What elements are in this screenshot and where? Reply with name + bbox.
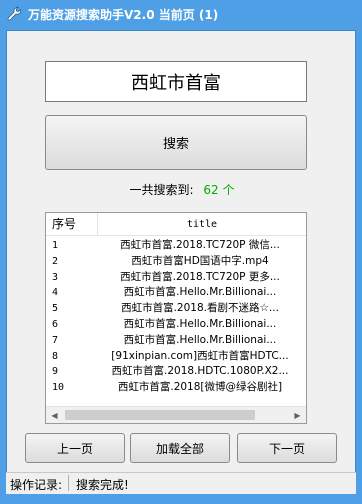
title-bar[interactable]: 万能资源搜索助手V2.0 当前页 (1) (0, 0, 362, 30)
list-rows: 1 西虹市首富.2018.TC720P 微信... 2 西虹市首富HD国语中字.mp… (46, 238, 306, 396)
search-button[interactable]: 搜索 (45, 115, 307, 170)
row-title: 西虹市首富.2018.HDTC.1080P.X2... (111, 365, 289, 378)
list-item[interactable]: 6 西虹市首富.Hello.Mr.Billionai... (46, 317, 306, 333)
list-item[interactable]: 7 西虹市首富.Hello.Mr.Billionai... (46, 333, 306, 349)
row-index: 5 (52, 303, 59, 315)
list-header: 序号 title (46, 213, 306, 236)
list-item[interactable]: 5 西虹市首富.2018.看剧不迷路☆... (46, 301, 306, 317)
row-index: 8 (52, 350, 59, 362)
row-title: 西虹市首富.Hello.Mr.Billionai... (123, 286, 277, 299)
window-title: 万能资源搜索助手V2.0 当前页 (1) (28, 8, 219, 22)
list-item[interactable]: 10 西虹市首富.2018[微博@绿谷剧社] (46, 380, 306, 396)
wrench-icon (7, 6, 21, 21)
column-header-title[interactable]: title (98, 213, 306, 236)
status-divider (68, 475, 69, 491)
status-text: 搜索完成! (76, 478, 129, 492)
row-index: 4 (52, 287, 59, 299)
main-panel: 西虹市首富 搜索 一共搜索到: 62 个 序号 title 1 西虹市首富.201… (6, 30, 356, 474)
row-title: 西虹市首富.2018.看剧不迷路☆... (121, 302, 279, 315)
result-count-label: 一共搜索到: (129, 183, 194, 197)
row-index: 1 (52, 240, 59, 251)
row-title: 西虹市首富.Hello.Mr.Billionai... (123, 317, 277, 330)
scrollbar-thumb[interactable] (65, 410, 255, 420)
column-header-index[interactable]: 序号 (46, 213, 98, 236)
list-item[interactable]: 8 [91xinpian.com]西虹市首富HDTC... (46, 349, 306, 365)
horizontal-scrollbar[interactable]: ◀ ▶ (46, 406, 306, 423)
row-index: 6 (52, 318, 59, 330)
list-item[interactable]: 4 西虹市首富.Hello.Mr.Billionai... (46, 285, 306, 301)
status-bar: 操作记录: 搜索完成! (6, 472, 356, 494)
row-index: 9 (52, 366, 59, 378)
row-index: 2 (52, 255, 59, 267)
load-all-button[interactable]: 加载全部 (130, 433, 230, 463)
row-title: 西虹市首富HD国语中字.mp4 (131, 254, 269, 267)
row-index: 10 (52, 382, 65, 394)
row-index: 7 (52, 334, 59, 346)
list-item[interactable]: 1 西虹市首富.2018.TC720P 微信... (46, 238, 306, 254)
row-title: 西虹市首富.2018.TC720P 更多... (120, 270, 280, 283)
result-count: 一共搜索到: 62 个 (7, 181, 357, 198)
row-title: [91xinpian.com]西虹市首富HDTC... (111, 349, 289, 362)
row-title: 西虹市首富.2018[微博@绿谷剧社] (117, 381, 283, 394)
search-input[interactable]: 西虹市首富 (45, 61, 307, 102)
list-item[interactable]: 2 西虹市首富HD国语中字.mp4 (46, 254, 306, 270)
prev-page-button[interactable]: 上一页 (25, 433, 125, 463)
row-index: 3 (52, 271, 59, 283)
result-count-value: 62 个 (203, 183, 235, 197)
scroll-right-arrow-icon[interactable]: ▶ (289, 407, 306, 423)
app-window: 万能资源搜索助手V2.0 当前页 (1) 西虹市首富 搜索 一共搜索到: 62 … (0, 0, 362, 504)
list-item[interactable]: 3 西虹市首富.2018.TC720P 更多... (46, 270, 306, 286)
scroll-left-arrow-icon[interactable]: ◀ (46, 407, 63, 423)
row-title: 西虹市首富.2018.TC720P 微信... (120, 239, 280, 251)
list-item[interactable]: 9 西虹市首富.2018.HDTC.1080P.X2... (46, 364, 306, 380)
row-title: 西虹市首富.Hello.Mr.Billionai... (123, 333, 277, 346)
next-page-button[interactable]: 下一页 (237, 433, 337, 463)
result-list[interactable]: 序号 title 1 西虹市首富.2018.TC720P 微信... 2 西虹市首富… (45, 212, 307, 424)
status-label: 操作记录: (10, 478, 63, 492)
